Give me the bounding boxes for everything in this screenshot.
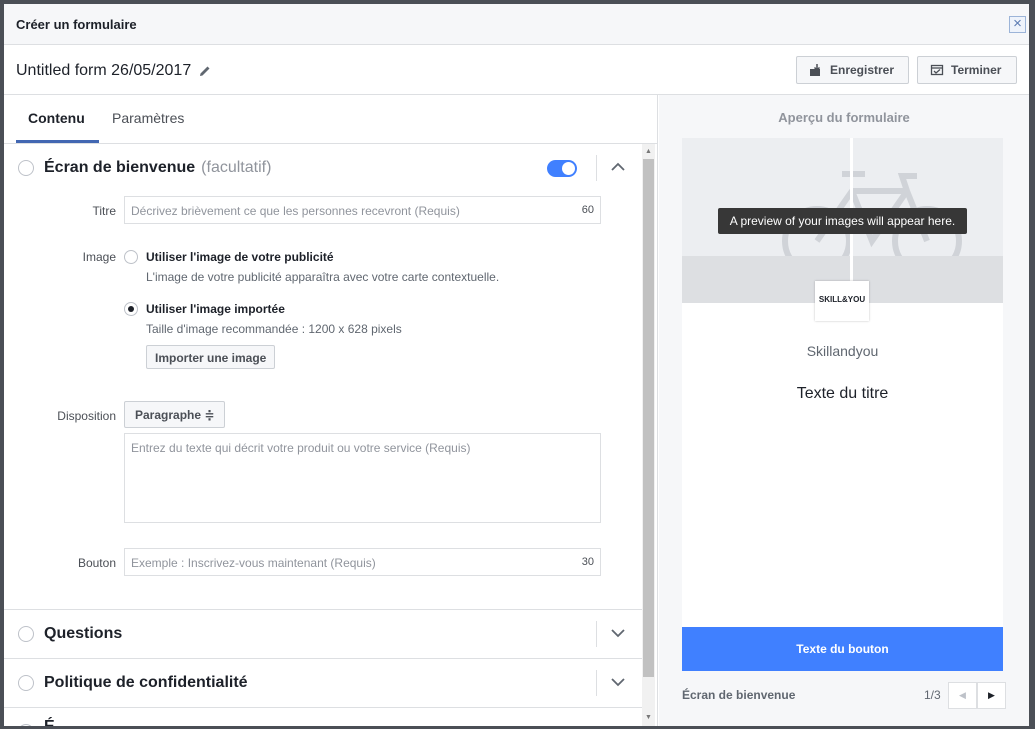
welcome-section-header[interactable]: Écran de bienvenue (facultatif) [4, 144, 642, 192]
button-text-counter: 30 [581, 556, 594, 568]
questions-section-title: Questions [44, 625, 123, 642]
form-preview-panel: Aperçu du formulaire A preview of your i… [659, 95, 1029, 726]
editor-scroll-area: Écran de bienvenue (facultatif) Titre Déc… [4, 144, 658, 726]
save-label: Enregistrer [830, 63, 895, 77]
image-ad-radio[interactable] [124, 250, 138, 264]
editor-tabs: Contenu Paramètres [4, 95, 658, 144]
tab-contenu[interactable]: Contenu [28, 110, 85, 126]
privacy-section-title: Politique de confidentialité [44, 674, 248, 691]
bouton-label: Bouton [77, 556, 116, 570]
editor-scrollbar[interactable]: ▲ ▼ [642, 144, 655, 726]
chevron-divider [596, 621, 597, 647]
description-placeholder: Entrez du texte qui décrit votre produit… [131, 441, 471, 455]
image-upload-radio[interactable] [124, 302, 138, 316]
preview-cta-button: Texte du bouton [682, 627, 1003, 671]
scroll-down-arrow[interactable]: ▼ [642, 712, 655, 724]
button-text-input[interactable]: Exemple : Inscrivez-vous maintenant (Req… [124, 548, 601, 576]
titre-placeholder: Décrivez brièvement ce que les personnes… [131, 204, 460, 218]
next-section-radio[interactable] [18, 724, 34, 726]
chevron-up-icon[interactable] [610, 159, 626, 175]
image-size-hint: Taille d'image recommandée : 1200 x 628 … [146, 322, 402, 336]
preview-brand-name: Skillandyou [806, 343, 879, 359]
preview-cover-image: A preview of your images will appear her… [682, 138, 1003, 303]
image-ad-option[interactable]: Utiliser l'image de votre publicité [146, 250, 334, 264]
logo-text: SKILL&YOU [818, 295, 866, 304]
next-section-header[interactable]: É [4, 708, 642, 726]
chevron-divider [596, 670, 597, 696]
toggle-knob [562, 162, 575, 175]
import-image-button[interactable]: Importer une image [146, 345, 276, 369]
done-button[interactable]: Terminer [917, 56, 1017, 84]
welcome-toggle[interactable] [547, 160, 577, 177]
questions-section-header[interactable]: Questions [4, 610, 642, 658]
form-name[interactable]: Untitled form 26/05/2017 [16, 62, 191, 80]
privacy-radio[interactable] [18, 675, 34, 691]
image-preview-tooltip: A preview of your images will appear her… [718, 208, 967, 234]
button-text-placeholder: Exemple : Inscrivez-vous maintenant (Req… [131, 556, 376, 570]
disposition-select[interactable]: Paragraphe ≑ [124, 401, 226, 428]
preview-headline: Texte du titre [796, 385, 889, 402]
image-ad-description: L'image de votre publicité apparaîtra av… [146, 270, 500, 284]
preview-title: Aperçu du formulaire [778, 110, 910, 125]
save-button[interactable]: Enregistrer [796, 56, 909, 84]
scroll-up-arrow[interactable]: ▲ [642, 146, 655, 158]
next-arrow-icon[interactable]: ▶ [977, 682, 1006, 709]
image-label: Image [82, 250, 116, 264]
form-name-bar: Untitled form 26/05/2017 Enregistrer Ter… [4, 45, 1029, 95]
close-icon[interactable]: × [1009, 16, 1026, 33]
description-textarea[interactable]: Entrez du texte qui décrit votre produit… [124, 433, 601, 523]
chevron-down-icon[interactable] [610, 625, 626, 641]
dialog-header: Créer un formulaire × [4, 4, 1029, 45]
form-editor-panel: Contenu Paramètres Écran de bienvenue (fa… [4, 95, 658, 726]
previous-arrow-icon[interactable]: ◀ [948, 682, 977, 709]
preview-card: A preview of your images will appear her… [682, 138, 1003, 671]
preview-step-label: Écran de bienvenue [682, 688, 796, 702]
disposition-label: Disposition [57, 409, 116, 423]
chevron-divider [596, 155, 597, 181]
active-tab-indicator [16, 140, 99, 143]
privacy-section-header[interactable]: Politique de confidentialité [4, 659, 642, 707]
chevron-down-icon[interactable] [610, 674, 626, 690]
dialog-title: Créer un formulaire [16, 17, 137, 32]
image-upload-option[interactable]: Utiliser l'image importée [146, 302, 285, 316]
scrollbar-thumb[interactable] [643, 159, 654, 677]
tab-parametres[interactable]: Paramètres [112, 110, 184, 126]
pencil-icon[interactable] [198, 64, 212, 78]
titre-counter: 60 [581, 204, 594, 216]
titre-label: Titre [92, 204, 116, 218]
create-form-dialog: Créer un formulaire × Untitled form 26/0… [4, 4, 1029, 726]
welcome-radio[interactable] [18, 160, 34, 176]
done-label: Terminer [951, 63, 1002, 77]
preview-pager: 1/3 [924, 688, 941, 702]
save-icon [810, 64, 821, 76]
done-icon [930, 64, 944, 76]
welcome-section-title: Écran de bienvenue (facultatif) [44, 159, 272, 176]
titre-input[interactable]: Décrivez brièvement ce que les personnes… [124, 196, 601, 224]
next-section-title: É [44, 718, 55, 726]
brand-logo: SKILL&YOU [815, 281, 869, 321]
questions-radio[interactable] [18, 626, 34, 642]
